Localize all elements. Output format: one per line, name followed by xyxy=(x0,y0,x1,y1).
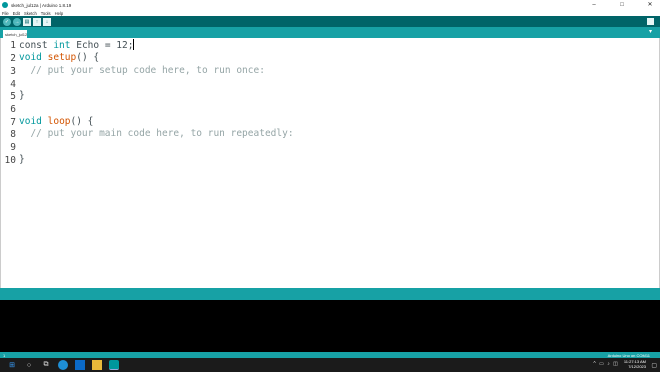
keyword-token: int xyxy=(53,40,71,51)
code-line-1: const int Echo = 12; xyxy=(19,39,135,51)
keyword-token: void xyxy=(19,52,42,63)
tab-sketch[interactable]: sketch_jul12a xyxy=(3,30,27,38)
windows-taskbar: ⊞ ○ ⧉ ^ ▭ ♪ ◫ 11:27:13 AM 7/12/2023 ▢ xyxy=(0,358,660,372)
minimize-button[interactable]: – xyxy=(590,0,598,10)
tab-bar: sketch_jul12a ▾ xyxy=(0,27,660,38)
code-line-10: } xyxy=(19,154,25,165)
text-caret xyxy=(133,39,135,50)
toolbar: ✓ → ▤ ↑ ↓ xyxy=(0,16,660,27)
maximize-button[interactable]: □ xyxy=(618,0,626,10)
code-line-2: void setup() { xyxy=(19,52,99,63)
line-number-gutter: 1 2 3 4 5 6 7 8 9 10 xyxy=(1,39,17,287)
new-sketch-button[interactable]: ▤ xyxy=(23,17,31,26)
status-bar xyxy=(0,288,660,300)
line-number: 3 xyxy=(10,66,16,77)
window-title: sketch_jul12a | Arduino 1.8.19 xyxy=(11,2,72,8)
line-number: 10 xyxy=(4,155,16,166)
menu-help[interactable]: Help xyxy=(55,11,64,16)
arduino-ide-screen: sketch_jul12a | Arduino 1.8.19 – □ ✕ Fil… xyxy=(0,0,660,372)
search-icon[interactable]: ○ xyxy=(24,360,34,370)
line-number: 4 xyxy=(10,79,16,90)
line-number: 6 xyxy=(10,104,16,115)
code-token: () { xyxy=(76,52,100,63)
line-number: 9 xyxy=(10,142,16,153)
current-line-number: 1 xyxy=(3,352,6,358)
window-controls: – □ ✕ xyxy=(590,0,654,10)
file-explorer-icon[interactable] xyxy=(92,360,102,370)
system-clock[interactable]: 11:27:13 AM 7/12/2023 xyxy=(624,359,646,369)
code-editor[interactable]: 1 2 3 4 5 6 7 8 9 10 const int Echo = 12… xyxy=(0,38,660,288)
system-tray: ^ ▭ ♪ ◫ 11:27:13 AM 7/12/2023 xyxy=(593,359,646,369)
clock-date: 7/12/2023 xyxy=(628,364,646,369)
line-number: 8 xyxy=(10,129,16,140)
tray-icons[interactable]: ^ ▭ ♪ ◫ xyxy=(593,361,618,367)
console-output[interactable] xyxy=(0,300,660,352)
task-view-icon[interactable]: ⧉ xyxy=(41,360,51,370)
edge-browser-icon[interactable] xyxy=(58,360,68,370)
menu-edit[interactable]: Edit xyxy=(13,11,20,16)
windows-start-icon[interactable]: ⊞ xyxy=(7,360,17,370)
save-sketch-button[interactable]: ↓ xyxy=(43,17,51,26)
code-line-5: } xyxy=(19,90,25,101)
arduino-taskbar-icon[interactable] xyxy=(109,360,119,370)
menu-file[interactable]: File xyxy=(2,11,9,16)
tab-menu-icon[interactable]: ▾ xyxy=(649,29,652,36)
code-token: () { xyxy=(70,116,94,127)
keyword-token: void xyxy=(19,116,42,127)
title-bar: sketch_jul12a | Arduino 1.8.19 – □ ✕ xyxy=(0,0,660,10)
notification-icon[interactable]: ▢ xyxy=(651,362,657,369)
code-token: Echo = 12; xyxy=(70,40,134,51)
close-button[interactable]: ✕ xyxy=(646,0,654,10)
menu-tools[interactable]: Tools xyxy=(41,11,51,16)
code-line-7: void loop() { xyxy=(19,116,93,127)
open-sketch-button[interactable]: ↑ xyxy=(33,17,41,26)
arduino-app-icon xyxy=(2,2,8,8)
code-line-8: // put your main code here, to run repea… xyxy=(19,128,294,139)
code-token: const xyxy=(19,40,54,51)
line-number: 1 xyxy=(10,40,16,51)
code-line-3: // put your setup code here, to run once… xyxy=(19,65,265,76)
serial-monitor-button[interactable] xyxy=(647,18,654,25)
line-number: 2 xyxy=(10,53,16,64)
upload-button[interactable]: → xyxy=(13,17,21,26)
line-number: 5 xyxy=(10,91,16,102)
menu-sketch[interactable]: Sketch xyxy=(24,11,37,16)
line-number: 7 xyxy=(10,117,16,128)
function-token: setup xyxy=(47,52,77,63)
pinned-app-icon[interactable] xyxy=(75,360,85,370)
function-token: loop xyxy=(47,116,71,127)
verify-button[interactable]: ✓ xyxy=(3,17,11,26)
